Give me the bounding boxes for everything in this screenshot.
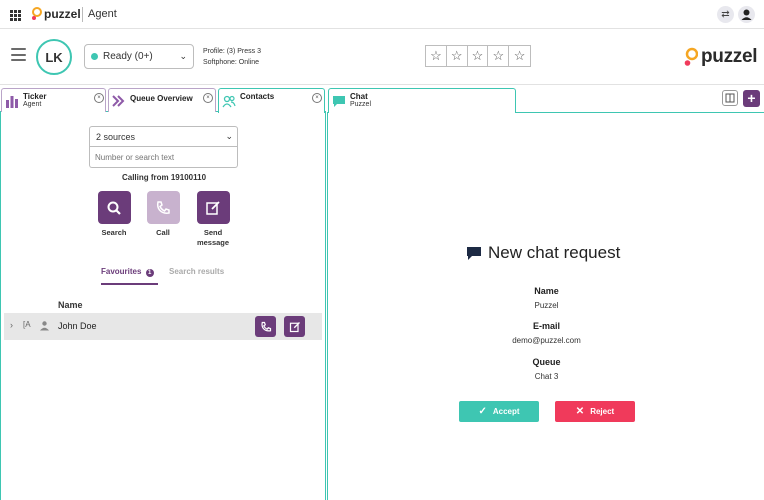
profile-line: Profile: (3) Press 3 — [203, 48, 261, 55]
call-action[interactable]: Call — [138, 191, 188, 238]
name-label: Name — [534, 286, 559, 296]
reject-button[interactable]: ✕ Reject — [555, 401, 635, 422]
star-icon[interactable]: ☆ — [447, 46, 468, 66]
tab-contacts[interactable]: Contacts × — [218, 88, 325, 113]
tab-title: Contacts — [240, 92, 275, 101]
compose-icon — [206, 200, 220, 215]
right-pane: Chat Puzzel + New chat request Name Puzz… — [327, 86, 764, 500]
user-icon[interactable] — [738, 6, 755, 23]
close-icon[interactable]: × — [94, 93, 104, 103]
call-label: Call — [156, 228, 170, 237]
tab-title: Chat — [350, 92, 368, 101]
email-value: demo@puzzel.com — [512, 336, 581, 345]
queue-label: Queue — [532, 357, 561, 367]
accept-button[interactable]: ✓ Accept — [459, 401, 539, 422]
layout-icon[interactable] — [722, 90, 738, 106]
tab-search-results[interactable]: Search results — [169, 267, 224, 276]
reject-label: Reject — [590, 407, 615, 416]
search-input[interactable] — [89, 147, 238, 168]
chat-bubble-icon — [467, 247, 481, 260]
search-action[interactable]: Search — [89, 191, 139, 238]
close-icon[interactable]: × — [203, 93, 213, 103]
tab-chat[interactable]: Chat Puzzel — [328, 88, 516, 113]
star-icon[interactable]: ☆ — [488, 46, 510, 66]
top-bar: puzzel Agent ⇄ — [0, 0, 764, 29]
chat-icon — [333, 96, 345, 107]
app-grid-icon[interactable] — [10, 10, 21, 21]
chat-request-title: New chat request — [488, 243, 621, 262]
message-contact-button[interactable] — [284, 316, 305, 337]
name-value: Puzzel — [534, 301, 559, 310]
tab-subtitle: Agent — [23, 101, 42, 108]
status-value: Ready (0+) — [103, 51, 153, 62]
contacts-icon — [222, 95, 236, 108]
call-button[interactable] — [146, 191, 180, 224]
chat-request-panel: New chat request Name Puzzel E-mail demo… — [327, 112, 764, 500]
add-icon[interactable]: + — [743, 90, 760, 107]
tab-queue-overview[interactable]: Queue Overview × — [108, 88, 216, 112]
chevron-down-icon: ⌄ — [179, 51, 187, 61]
puzzel-logo-mark-icon — [32, 7, 42, 20]
send-message-button[interactable] — [196, 191, 230, 224]
bar-chart-icon — [6, 96, 18, 108]
brand-name: puzzel — [701, 46, 758, 67]
compose-icon — [289, 321, 300, 332]
column-header-name: Name — [58, 300, 83, 310]
contact-name: John Doe — [58, 321, 97, 331]
contact-subtabs: Favourites 1 Search results — [101, 267, 301, 285]
menu-icon[interactable] — [11, 48, 26, 61]
tab-subtitle: Puzzel — [350, 101, 372, 108]
phone-icon — [156, 200, 170, 214]
chevron-right-icon[interactable]: › — [10, 320, 13, 330]
send-message-label: Send message — [196, 228, 230, 247]
check-icon: ✓ — [478, 406, 487, 417]
close-icon: ✕ — [575, 406, 585, 417]
tab-title: Queue Overview — [130, 94, 193, 103]
app-name: Agent — [88, 8, 117, 20]
contacts-panel: 2 sources ⌄ Calling from 19100110 Search… — [0, 112, 326, 500]
puzzel-logo-large: puzzel — [684, 46, 758, 68]
divider — [82, 7, 83, 22]
search-label: Search — [101, 228, 127, 237]
search-button[interactable] — [97, 191, 131, 224]
rating-stars: ☆ ☆ ☆ ☆ ☆ — [425, 45, 531, 67]
tab-title: Ticker — [23, 92, 47, 101]
send-message-action[interactable]: Send message — [188, 191, 238, 248]
star-icon[interactable]: ☆ — [426, 46, 447, 66]
agent-bar: LK Ready (0+) ⌄ Profile: (3) Press 3 Sof… — [0, 30, 764, 85]
accept-label: Accept — [492, 407, 520, 416]
brand-name: puzzel — [44, 7, 81, 21]
chat-request-header: New chat request — [466, 243, 620, 263]
queue-icon — [112, 95, 125, 107]
phone-icon — [260, 321, 271, 331]
tab-bar: Ticker Agent × Queue Overview × Contacts… — [0, 86, 326, 113]
favourites-label: Favourites — [101, 267, 142, 276]
status-dot-icon — [91, 53, 98, 60]
sources-select[interactable]: 2 sources ⌄ — [89, 126, 238, 147]
table-row[interactable]: › [A John Doe — [4, 313, 322, 340]
swap-icon[interactable]: ⇄ — [717, 6, 734, 23]
softphone-line: Softphone: Online — [203, 59, 260, 66]
chevron-down-icon: ⌄ — [225, 131, 233, 141]
queue-value: Chat 3 — [534, 372, 559, 381]
close-icon[interactable]: × — [312, 93, 322, 103]
sources-value: 2 sources — [96, 132, 136, 142]
person-icon — [40, 321, 49, 331]
tab-ticker[interactable]: Ticker Agent × — [1, 88, 106, 112]
calling-from: Calling from 19100110 — [121, 173, 207, 182]
left-pane: Ticker Agent × Queue Overview × Contacts… — [0, 86, 326, 500]
star-icon[interactable]: ☆ — [509, 46, 530, 66]
tab-favourites[interactable]: Favourites 1 — [101, 267, 158, 285]
favourites-count-badge: 1 — [145, 269, 154, 277]
status-select[interactable]: Ready (0+) ⌄ — [84, 44, 194, 69]
avatar[interactable]: LK — [36, 39, 72, 75]
puzzel-logo-mark-icon — [684, 47, 698, 66]
profile-info: Profile: (3) Press 3 Softphone: Online — [203, 46, 261, 68]
email-label: E-mail — [532, 321, 560, 331]
select-icon[interactable]: [A — [23, 320, 31, 329]
puzzel-logo: puzzel — [31, 7, 81, 21]
search-icon — [107, 201, 121, 215]
call-contact-button[interactable] — [255, 316, 276, 337]
star-icon[interactable]: ☆ — [468, 46, 489, 66]
